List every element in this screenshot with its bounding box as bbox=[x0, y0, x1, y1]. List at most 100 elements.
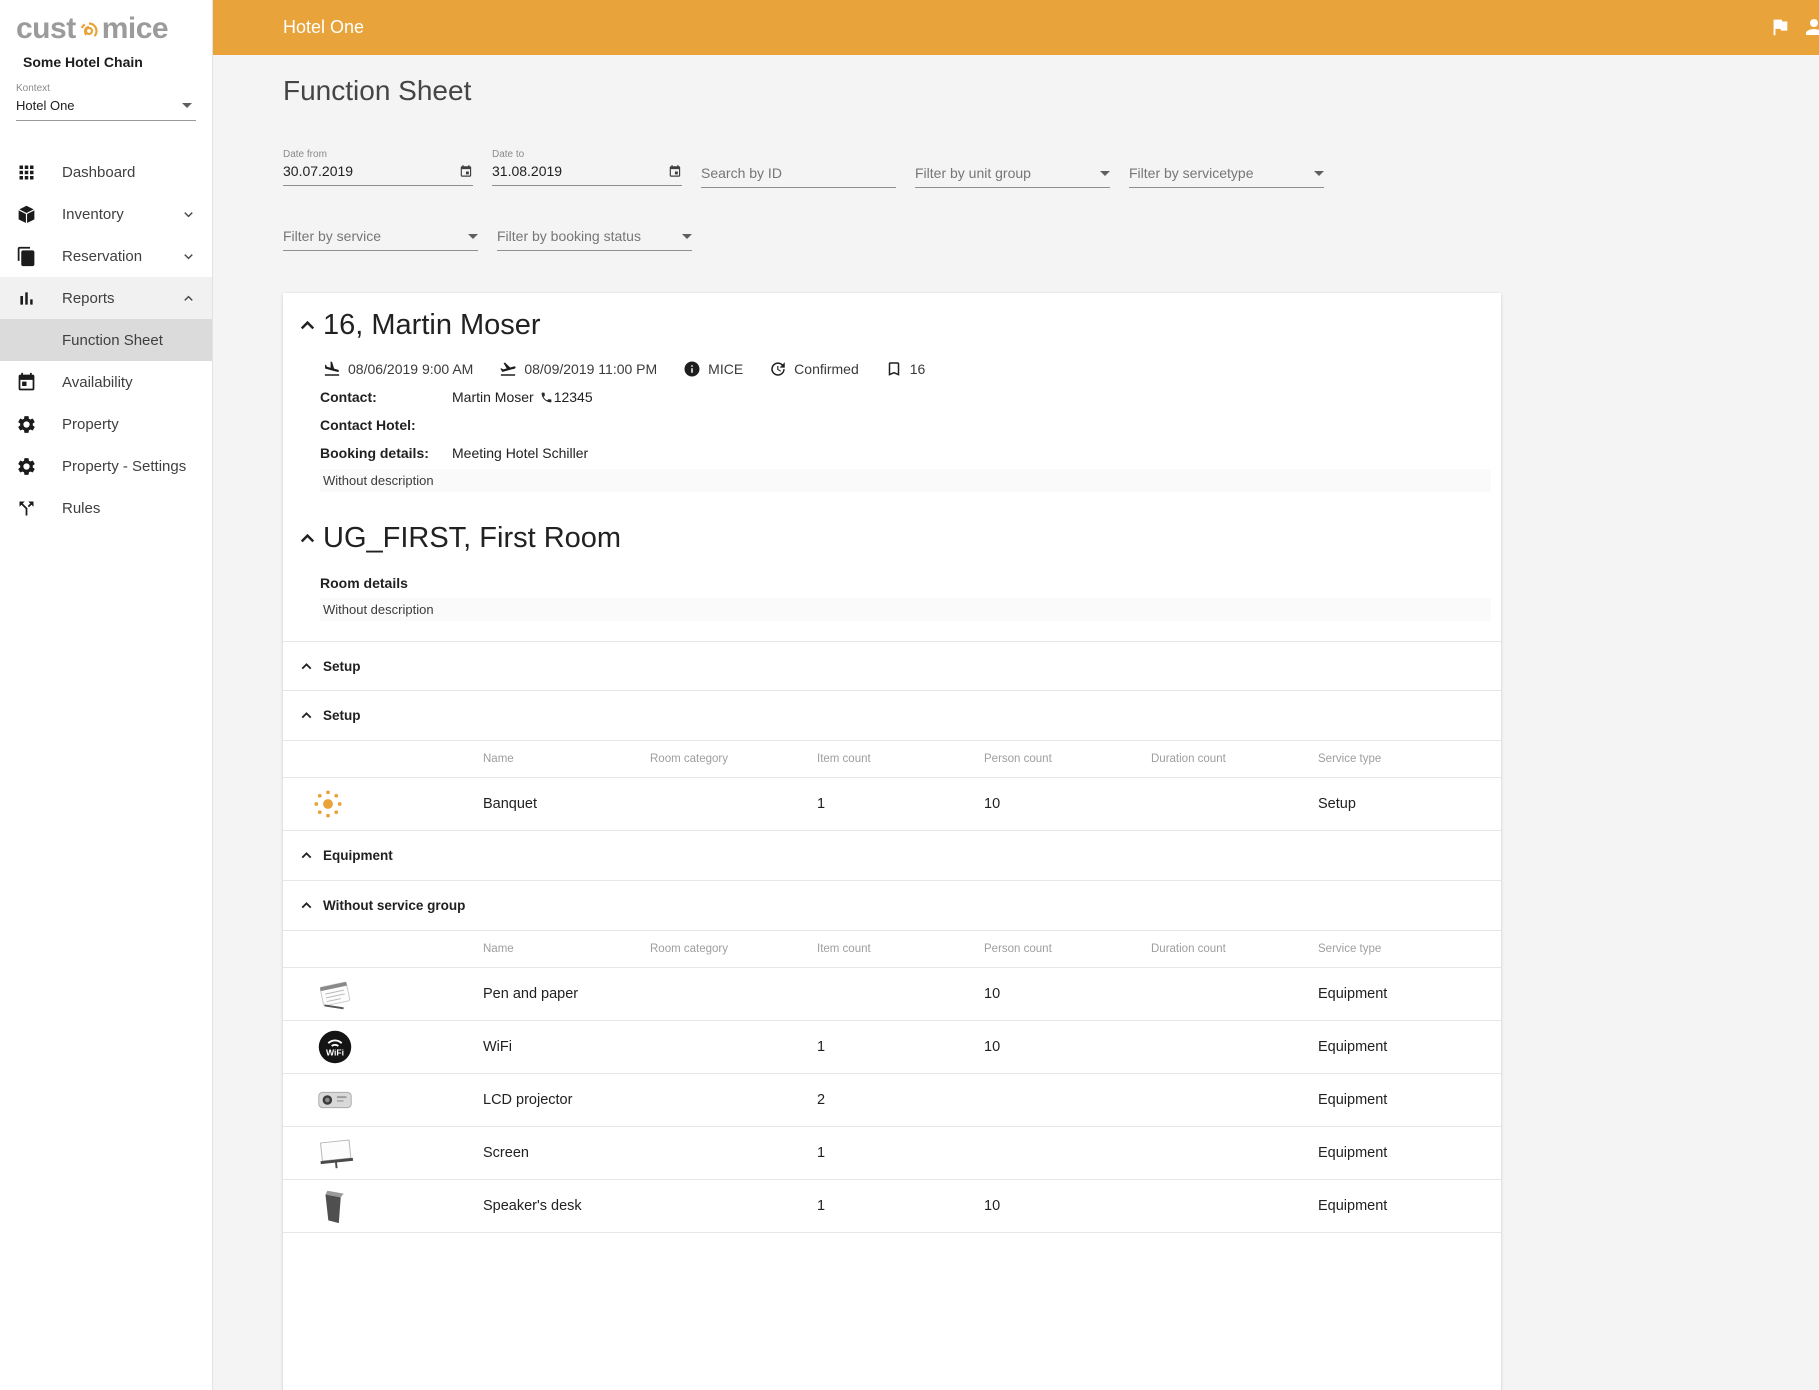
sidebar-item-dashboard[interactable]: Dashboard bbox=[0, 151, 212, 193]
room-description: Without description bbox=[320, 598, 1491, 621]
column-header-service-type: Service type bbox=[1318, 753, 1501, 765]
flag-icon[interactable] bbox=[1769, 16, 1791, 38]
date-from-input[interactable] bbox=[283, 163, 473, 186]
servicetype-select[interactable]: Filter by servicetype bbox=[1129, 165, 1324, 188]
unit-group-select[interactable]: Filter by unit group bbox=[915, 165, 1110, 188]
contact-row: Contact: Martin Moser 12345 bbox=[320, 389, 1501, 406]
chevron-down-icon[interactable] bbox=[181, 207, 196, 222]
column-header-duration-count: Duration count bbox=[1151, 753, 1318, 765]
gear-icon bbox=[16, 414, 37, 435]
sidebar-menu: Dashboard Inventory Reservation Reports … bbox=[0, 151, 212, 529]
sidebar-item-reservation[interactable]: Reservation bbox=[0, 235, 212, 277]
function-sheet-card: 16, Martin Moser 08/06/2019 9:00 AM 08/0… bbox=[283, 293, 1501, 1390]
chevron-down-icon[interactable] bbox=[181, 249, 196, 264]
sidebar-item-availability[interactable]: Availability bbox=[0, 361, 212, 403]
group-without-service-group[interactable]: Without service group bbox=[283, 881, 1501, 931]
bookmark-icon bbox=[885, 360, 903, 378]
column-header-item-count: Item count bbox=[817, 753, 984, 765]
column-header-room-category: Room category bbox=[650, 943, 817, 955]
chevron-up-icon[interactable] bbox=[181, 291, 196, 306]
date-from-value[interactable] bbox=[283, 163, 459, 179]
cell-item-count: 1 bbox=[817, 796, 984, 812]
booking-status-placeholder: Filter by booking status bbox=[497, 228, 641, 244]
search-input-wrap[interactable] bbox=[701, 165, 896, 188]
group-label: Setup bbox=[323, 659, 361, 674]
table-row: LCD projector 2 Equipment bbox=[283, 1074, 1501, 1127]
group-setup-inner[interactable]: Setup bbox=[283, 691, 1501, 741]
collapse-booking-icon[interactable] bbox=[296, 314, 319, 337]
servicetype-filter: Filter by servicetype bbox=[1129, 149, 1324, 188]
flight-takeoff-icon bbox=[499, 360, 517, 378]
collapse-group-icon[interactable] bbox=[298, 707, 315, 724]
column-header-person-count: Person count bbox=[984, 753, 1151, 765]
date-to-field: Date to bbox=[492, 149, 682, 188]
person-icon[interactable] bbox=[1802, 15, 1819, 39]
sidebar-item-label: Reports bbox=[62, 290, 115, 307]
cell-service-type: Equipment bbox=[1318, 1092, 1501, 1108]
calendar-icon[interactable] bbox=[668, 164, 682, 179]
service-select[interactable]: Filter by service bbox=[283, 228, 478, 251]
arrival-meta: 08/06/2019 9:00 AM bbox=[323, 360, 473, 378]
equipment-table-header: Name Room category Item count Person cou… bbox=[283, 931, 1501, 968]
collapse-group-icon[interactable] bbox=[298, 847, 315, 864]
booking-number: 16 bbox=[910, 361, 926, 377]
sidebar-item-label: Reservation bbox=[62, 248, 142, 265]
context-selector: Kontext Hotel One bbox=[16, 83, 196, 121]
contact-hotel-row: Contact Hotel: bbox=[320, 417, 1501, 434]
collapse-group-icon[interactable] bbox=[298, 897, 315, 914]
setup-table-header: Name Room category Item count Person cou… bbox=[283, 741, 1501, 778]
status-label: Confirmed bbox=[794, 361, 859, 377]
sidebar-item-label: Availability bbox=[62, 374, 133, 391]
sun-icon bbox=[314, 790, 342, 818]
pen-and-paper-image bbox=[314, 973, 356, 1015]
collapse-group-icon[interactable] bbox=[298, 658, 315, 675]
cell-person-count: 10 bbox=[984, 1198, 1151, 1214]
cell-item-count: 1 bbox=[817, 1039, 984, 1055]
segment-meta: MICE bbox=[683, 360, 743, 378]
sidebar-item-property[interactable]: Property bbox=[0, 403, 212, 445]
booking-status-select[interactable]: Filter by booking status bbox=[497, 228, 692, 251]
group-equipment[interactable]: Equipment bbox=[283, 831, 1501, 881]
booking-number-meta: 16 bbox=[885, 360, 926, 378]
cell-item-count: 1 bbox=[817, 1145, 984, 1161]
table-row: Speaker's desk 1 10 Equipment bbox=[283, 1180, 1501, 1233]
booking-heading-row: 16, Martin Moser bbox=[283, 309, 1501, 342]
search-input[interactable] bbox=[701, 165, 896, 181]
cell-item-count: 2 bbox=[817, 1092, 984, 1108]
arrival-datetime: 08/06/2019 9:00 AM bbox=[348, 361, 473, 377]
sidebar-item-property-settings[interactable]: Property - Settings bbox=[0, 445, 212, 487]
topbar: Hotel One bbox=[213, 0, 1819, 55]
page-title: Function Sheet bbox=[283, 75, 1819, 107]
sidebar-item-label: Function Sheet bbox=[62, 332, 163, 349]
sidebar-item-reports[interactable]: Reports bbox=[0, 277, 212, 319]
search-by-id-field bbox=[701, 149, 896, 188]
sidebar-item-inventory[interactable]: Inventory bbox=[0, 193, 212, 235]
contact-phone: 12345 bbox=[554, 389, 593, 406]
calendar-icon[interactable] bbox=[459, 164, 473, 179]
customice-logo: cust mice bbox=[0, 0, 212, 46]
contact-name: Martin Moser bbox=[452, 389, 534, 406]
date-to-value[interactable] bbox=[492, 163, 668, 179]
collapse-room-icon[interactable] bbox=[296, 527, 319, 550]
booking-title: 16, Martin Moser bbox=[323, 309, 541, 342]
context-select[interactable]: Hotel One bbox=[16, 94, 196, 121]
cell-name: Screen bbox=[483, 1145, 650, 1161]
sidebar-item-label: Property - Settings bbox=[62, 458, 186, 475]
date-to-input[interactable] bbox=[492, 163, 682, 186]
cell-item-count: 1 bbox=[817, 1198, 984, 1214]
room-details-label: Room details bbox=[320, 575, 1501, 591]
service-placeholder: Filter by service bbox=[283, 228, 381, 244]
item-thumbnail-cell bbox=[283, 1079, 483, 1121]
date-from-label: Date from bbox=[283, 149, 473, 160]
logo-text-left: cust bbox=[16, 12, 76, 46]
update-status-icon bbox=[769, 360, 787, 378]
cell-name: Speaker's desk bbox=[483, 1198, 650, 1214]
chevron-down-icon bbox=[1314, 171, 1324, 176]
group-setup-outer[interactable]: Setup bbox=[283, 641, 1501, 691]
sidebar-item-rules[interactable]: Rules bbox=[0, 487, 212, 529]
chevron-down-icon bbox=[1100, 171, 1110, 176]
sidebar-item-function-sheet[interactable]: Function Sheet bbox=[0, 319, 212, 361]
column-header-room-category: Room category bbox=[650, 753, 817, 765]
service-filter: Filter by service bbox=[283, 212, 478, 251]
date-from-field: Date from bbox=[283, 149, 473, 188]
